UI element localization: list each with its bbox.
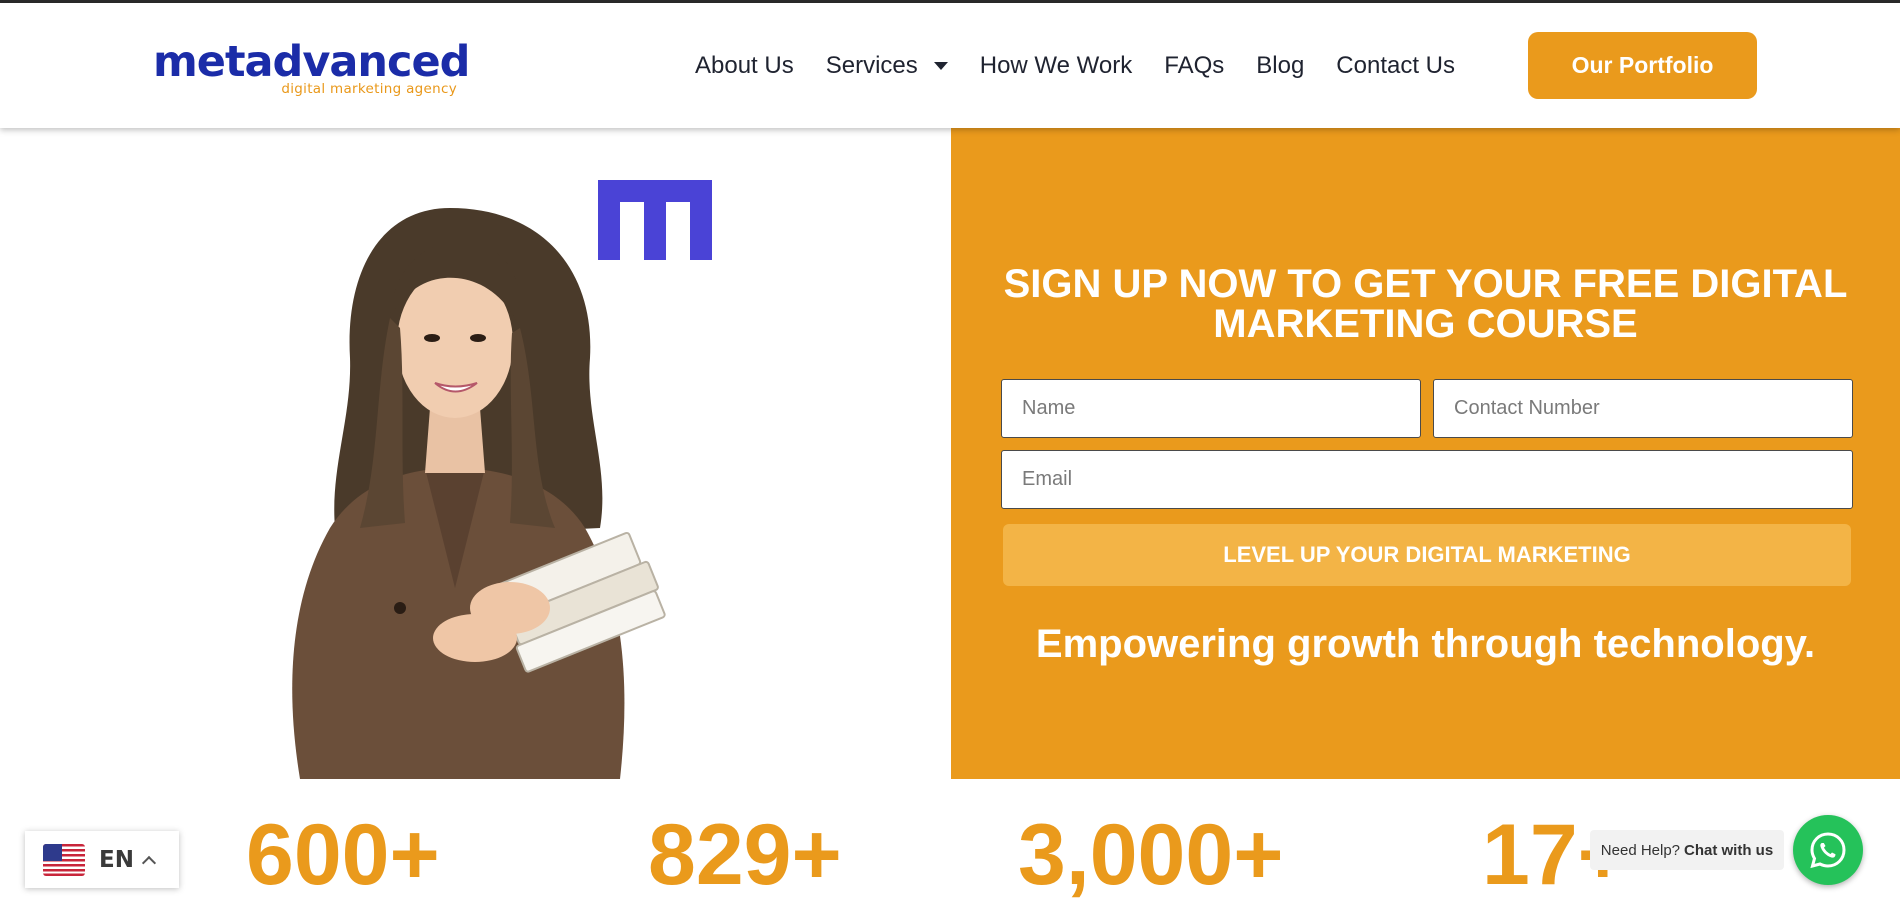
nav-about-us[interactable]: About Us [695,52,794,80]
contact-number-field[interactable] [1433,379,1853,438]
nav-label: Blog [1256,51,1305,79]
stat-value: 3,000+ [1018,807,1284,903]
logo-tagline: digital marketing agency [281,81,457,97]
signup-title: SIGN UP NOW TO GET YOUR FREE DIGITAL MAR… [1003,262,1848,346]
main-nav: About Us Services How We Work FAQs Blog … [695,3,1487,128]
whatsapp-icon [1810,832,1846,869]
chat-prompt-bubble[interactable]: Need Help? Chat with us [1590,830,1784,870]
chat-action: Chat with us [1684,841,1774,859]
site-header: metadvanced digital marketing agency Abo… [0,3,1900,128]
site-logo[interactable]: metadvanced digital marketing agency [153,37,470,97]
us-flag-icon [43,843,85,876]
chevron-up-icon [141,855,157,870]
nav-how-we-work[interactable]: How We Work [980,52,1132,80]
nav-label: Services [825,51,918,79]
our-portfolio-button[interactable]: Our Portfolio [1528,32,1757,99]
level-up-submit-button[interactable]: LEVEL UP YOUR DIGITAL MARKETING [1003,524,1851,586]
caret-down-icon [933,61,948,70]
nav-label: FAQs [1164,51,1225,79]
hero-tagline: Empowering growth through technology. [1035,622,1816,666]
nav-services[interactable]: Services [826,52,948,80]
nav-faqs[interactable]: FAQs [1164,52,1224,80]
whatsapp-chat-button[interactable] [1793,815,1863,885]
chat-prefix: Need Help? [1600,841,1681,859]
language-code: EN [99,846,134,873]
hero-image-section [0,128,951,779]
language-switcher[interactable]: EN [25,831,179,888]
stat-value: 829+ [648,807,842,903]
woman-holding-books-image [292,208,666,779]
logo-wordmark: metadvanced [153,37,470,87]
email-field[interactable] [1001,450,1853,509]
nav-label: How We Work [979,51,1133,79]
signup-section: SIGN UP NOW TO GET YOUR FREE DIGITAL MAR… [951,128,1900,779]
stat-value: 600+ [246,807,440,903]
name-field[interactable] [1001,379,1421,438]
nav-label: Contact Us [1336,51,1456,79]
nav-blog[interactable]: Blog [1256,52,1304,80]
nav-contact-us[interactable]: Contact Us [1336,52,1455,80]
nav-label: About Us [695,51,794,79]
